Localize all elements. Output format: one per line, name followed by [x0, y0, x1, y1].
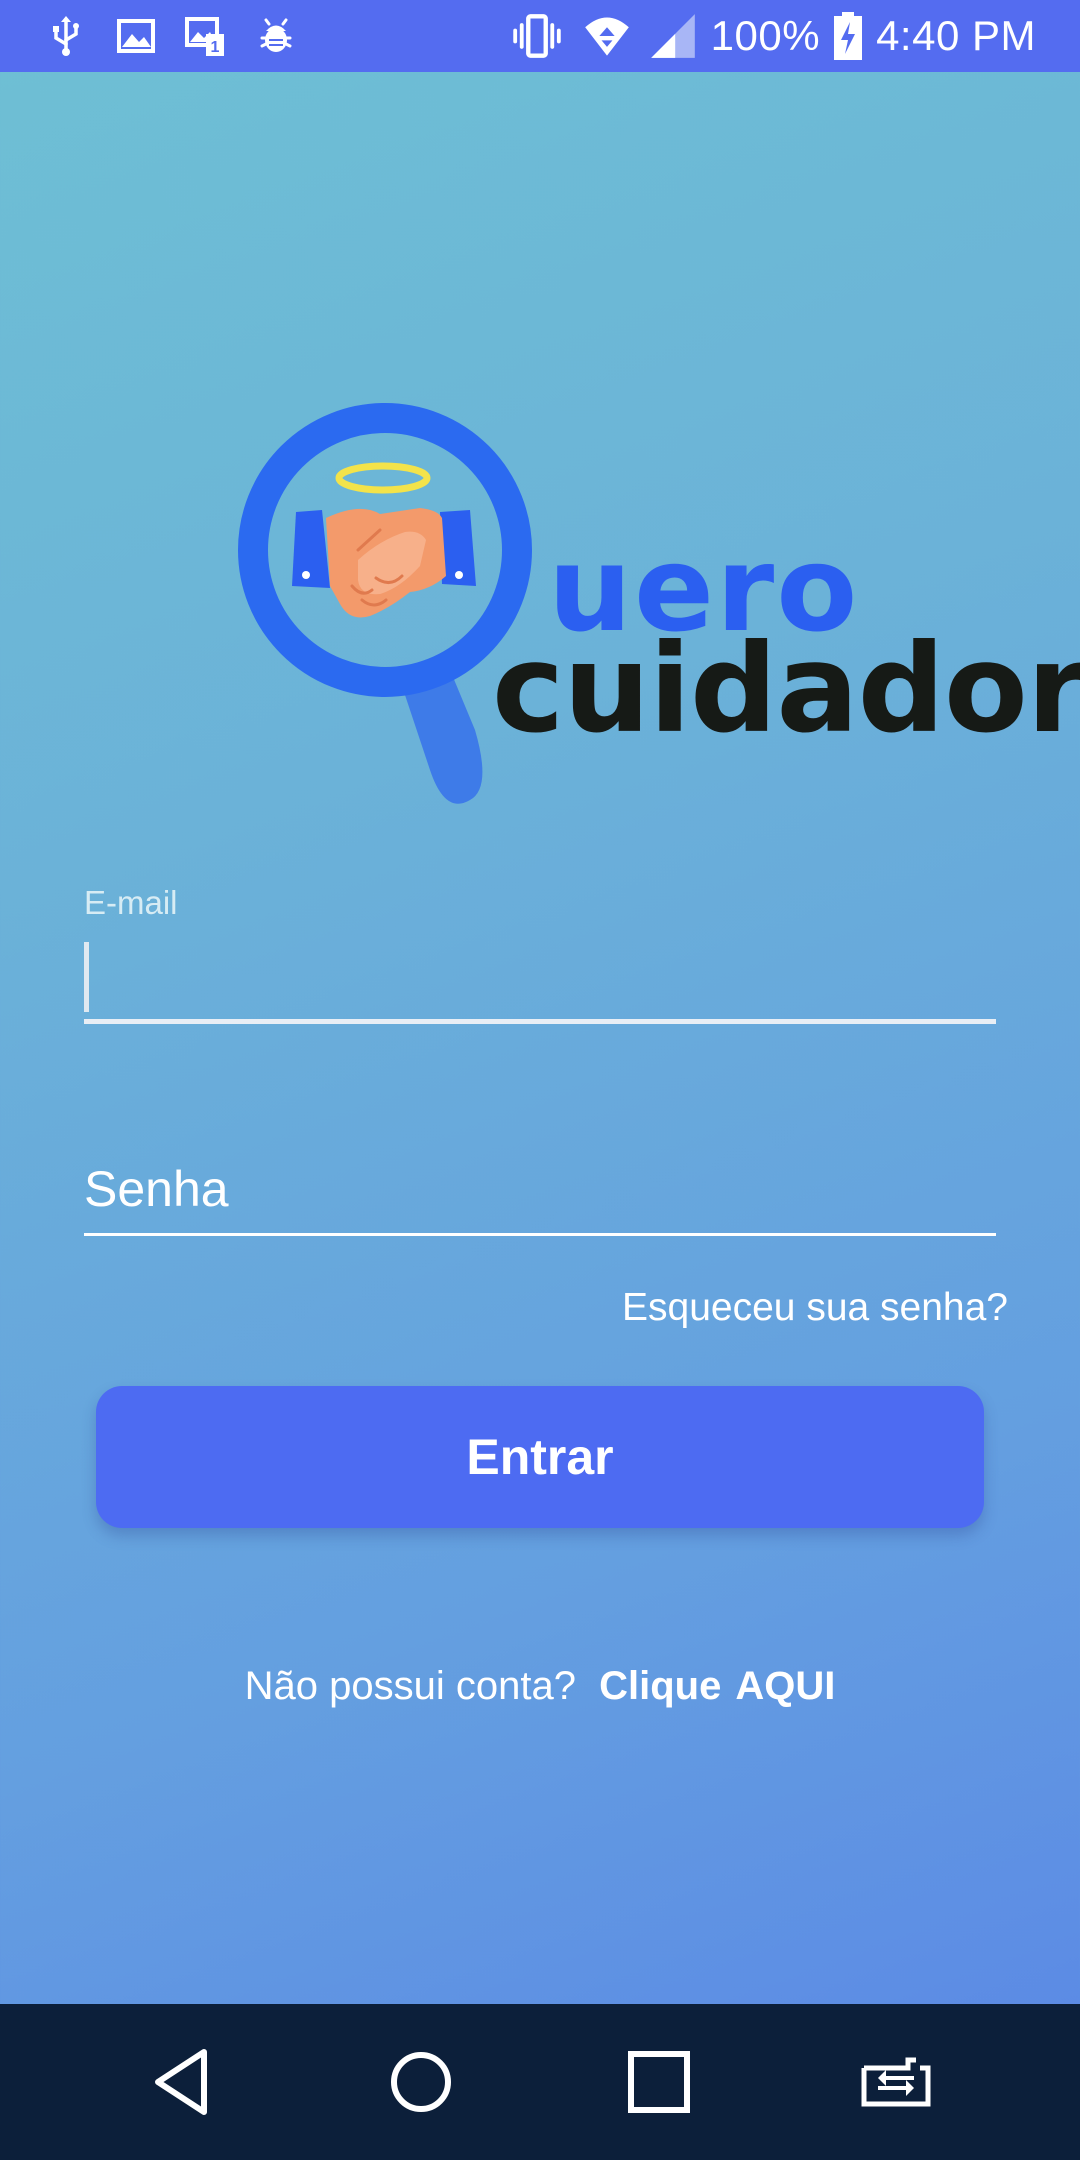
back-icon[interactable] — [144, 2042, 224, 2122]
password-field[interactable]: Senha — [84, 1150, 996, 1236]
status-bar-notifications: 1 — [44, 14, 298, 58]
android-debug-icon — [260, 18, 292, 52]
signup-link-word2: AQUI — [735, 1664, 836, 1708]
logo-text-cuidador: cuidador — [492, 618, 1080, 760]
clock: 4:40 PM — [876, 12, 1036, 59]
text-cursor — [84, 942, 89, 1012]
navigation-bar — [0, 2004, 1080, 2160]
home-icon[interactable] — [381, 2042, 461, 2122]
svg-text:1: 1 — [211, 39, 220, 56]
vibrate-icon — [512, 14, 561, 58]
rotate-screen-icon[interactable] — [856, 2042, 936, 2122]
signup-row: Não possui conta? Clique AQUI — [0, 1664, 1080, 1709]
signal-icon — [650, 14, 695, 58]
app-logo: uero cuidador — [230, 390, 1080, 820]
wifi-icon — [584, 17, 629, 56]
battery-charging-icon — [834, 12, 863, 60]
status-bar: 1 100% 4:40 PM — [0, 0, 1080, 72]
email-label: E-mail — [84, 884, 178, 921]
signup-link-word1: Clique — [599, 1664, 722, 1708]
image-icon — [117, 19, 155, 53]
usb-icon — [53, 16, 79, 56]
forgot-password-link[interactable]: Esqueceu sua senha? — [622, 1286, 1008, 1330]
sim-notification-icon: 1 — [185, 17, 224, 56]
email-field[interactable] — [84, 940, 996, 1024]
signup-prompt: Não possui conta? — [244, 1664, 576, 1708]
signup-link[interactable]: Clique AQUI — [599, 1664, 835, 1708]
recents-icon[interactable] — [619, 2042, 699, 2122]
login-button[interactable]: Entrar — [96, 1386, 984, 1528]
password-placeholder: Senha — [84, 1161, 229, 1217]
status-bar-system: 100% 4:40 PM — [509, 10, 1036, 62]
battery-percentage: 100% — [710, 12, 821, 59]
